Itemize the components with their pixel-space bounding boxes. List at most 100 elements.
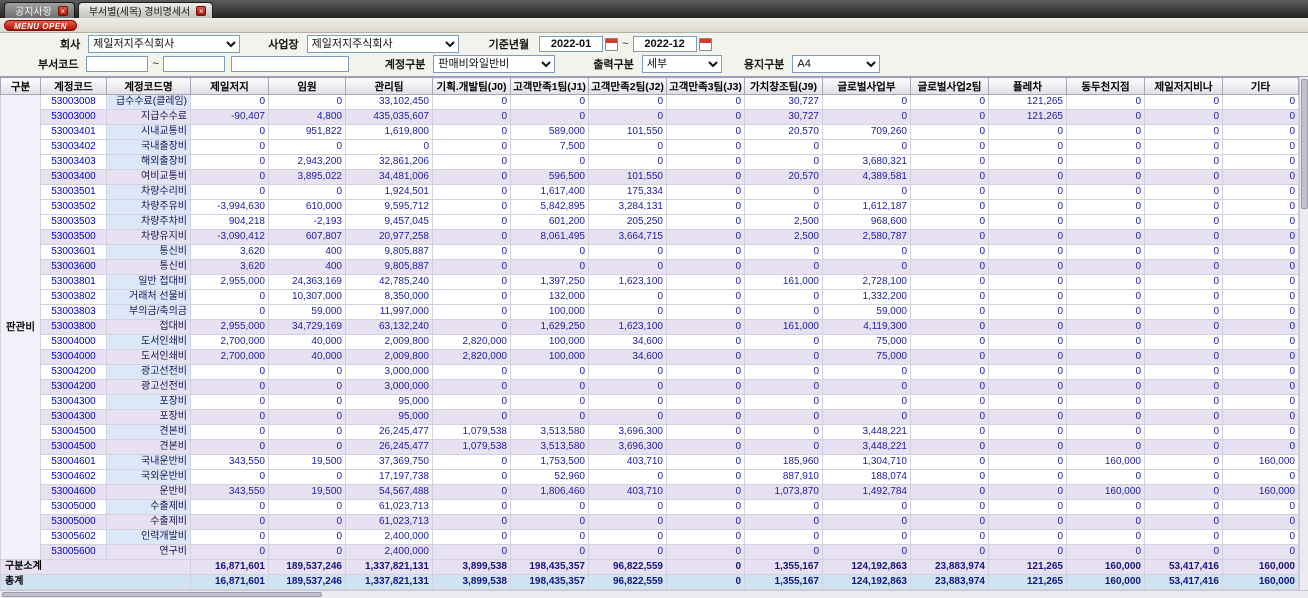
amount-cell: 0: [666, 349, 745, 365]
amount-cell: 0: [190, 469, 269, 485]
amount-cell: 968,600: [822, 214, 911, 230]
output-type-select[interactable]: 세부: [641, 55, 722, 73]
dept-code-from-input[interactable]: [86, 56, 149, 72]
table-row[interactable]: 53003801 일반 접대비 2,955,000 24,363,169 42,785,…: [0, 274, 1299, 290]
amount-cell: -2,193: [268, 214, 346, 230]
table-row[interactable]: 53004602 국외운반비 0 0 17,197,738 0 52,960 0 0 887,91…: [0, 469, 1299, 485]
amount-cell: 8,350,000: [345, 289, 433, 305]
table-row[interactable]: 53004600 운반비 343,550 19,500 54,567,488 0 1,806…: [0, 484, 1299, 500]
vertical-scrollbar-thumb[interactable]: [1301, 79, 1308, 209]
amount-cell: 188,074: [822, 469, 911, 485]
column-header[interactable]: 구분: [0, 77, 41, 95]
amount-cell: 0: [1144, 304, 1223, 320]
table-row[interactable]: 53003402 국내출장비 0 0 0 0 7,500 0 0 0 0 0 0 0 0 0: [0, 139, 1299, 155]
table-row[interactable]: 53004000 도서인쇄비 2,700,000 40,000 2,009,800 2,8…: [0, 349, 1299, 365]
table-row[interactable]: 53003600 통신비 3,620 400 9,805,887 0 0 0 0 0 0 0 0 0 0 0: [0, 259, 1299, 275]
calendar-icon[interactable]: [698, 37, 712, 51]
amount-cell: 0: [588, 244, 667, 260]
tab-close-icon[interactable]: ×: [57, 5, 68, 16]
account-group-select[interactable]: 판매비와일반비: [433, 55, 556, 73]
column-header[interactable]: 글로벌사업부: [822, 77, 911, 95]
table-row[interactable]: 53003503 차량주차비 904,218 -2,193 9,457,045 0 601,…: [0, 214, 1299, 230]
table-row[interactable]: 53003000 지급수수료 -90,407 4,800 435,035,607 0 0 0 0…: [0, 109, 1299, 125]
table-row[interactable]: 53003601 통신비 3,620 400 9,805,887 0 0 0 0 0 0 0 0 0 0 0: [0, 244, 1299, 260]
horizontal-scrollbar-thumb[interactable]: [2, 592, 322, 597]
dept-name-field[interactable]: [230, 56, 349, 72]
tab-expense-report[interactable]: 부서별(세목) 경비명세서 ×: [77, 2, 214, 18]
dept-code-to-input[interactable]: [162, 56, 225, 72]
amount-cell: 0: [1222, 229, 1299, 245]
table-row[interactable]: 53004000 도서인쇄비 2,700,000 40,000 2,009,800 2,8…: [0, 334, 1299, 350]
table-row[interactable]: 53003400 여비교통비 0 3,895,022 34,481,006 0 596,50…: [0, 169, 1299, 185]
amount-cell: 0: [988, 349, 1067, 365]
table-row[interactable]: 53005000 수출제비 0 0 61,023,713 0 0 0 0 0 0 0 0 0 0 0: [0, 499, 1299, 515]
tab-label: 부서별(세목) 경비명세서: [88, 7, 191, 18]
column-header[interactable]: 기타: [1222, 77, 1299, 95]
account-code-cell: 53003801: [40, 274, 107, 290]
table-row[interactable]: 53003500 차량유지비 -3,090,412 607,807 20,977,258…: [0, 229, 1299, 245]
amount-cell: 0: [910, 364, 989, 380]
amount-cell: 0: [666, 229, 745, 245]
column-header[interactable]: 제일저지: [190, 77, 269, 95]
table-row[interactable]: 53005000 수출제비 0 0 61,023,713 0 0 0 0 0 0 0 0 0 0 0: [0, 514, 1299, 530]
table-row[interactable]: 53005602 인력개발비 0 0 2,400,000 0 0 0 0 0 0 0 0 0 0 0: [0, 529, 1299, 545]
account-code-cell: 53003008: [40, 94, 107, 110]
table-row[interactable]: 53004200 광고선전비 0 0 3,000,000 0 0 0 0 0 0 0 0 0 0 0: [0, 364, 1299, 380]
footer-amount-cell: 23,883,974: [910, 559, 989, 575]
column-header[interactable]: 계정코드명: [106, 77, 191, 95]
amount-cell: 0: [1066, 499, 1145, 515]
amount-cell: 0: [910, 259, 989, 275]
table-row[interactable]: 53004601 국내운반비 343,550 19,500 37,369,750 0 1,7…: [0, 454, 1299, 470]
table-row[interactable]: 53005600 연구비 0 0 2,400,000 0 0 0 0 0 0 0 0 0 0 0: [0, 544, 1299, 560]
amount-cell: 0: [1144, 229, 1223, 245]
footer-amount-cell: 160,000: [1222, 574, 1299, 590]
table-row[interactable]: 53003401 시내교통비 0 951,822 1,619,800 0 589,000 10…: [0, 124, 1299, 140]
table-row[interactable]: 53003403 해외출장비 0 2,943,200 32,861,206 0 0 0 0 0 3,…: [0, 154, 1299, 170]
column-header[interactable]: 플레차: [988, 77, 1067, 95]
column-header[interactable]: 임원: [268, 77, 346, 95]
table-row[interactable]: 판관비 53003008 급수수료(클레임) 0 0 33,102,450 0 0 0 0 30,7…: [0, 94, 1299, 560]
amount-cell: 101,550: [588, 169, 667, 185]
workplace-label: 사업장: [268, 39, 299, 51]
table-row[interactable]: 53003800 접대비 2,955,000 34,729,169 63,132,240…: [0, 319, 1299, 335]
table-row[interactable]: 53004300 포장비 0 0 95,000 0 0 0 0 0 0 0 0 0 0 0: [0, 409, 1299, 425]
amount-cell: 0: [988, 244, 1067, 260]
amount-cell: 0: [910, 139, 989, 155]
amount-cell: 0: [666, 409, 745, 425]
table-row[interactable]: 53003802 거래처 선물비 0 10,307,000 8,350,000 0 132,…: [0, 289, 1299, 305]
period-from-input[interactable]: [539, 36, 604, 52]
amount-cell: 0: [666, 334, 745, 350]
amount-cell: 0: [744, 439, 823, 455]
amount-cell: 1,073,870: [744, 484, 823, 500]
table-row[interactable]: 53004500 견본비 0 0 26,245,477 1,079,538 3,513,58…: [0, 424, 1299, 440]
table-row[interactable]: 53004500 견본비 0 0 26,245,477 1,079,538 3,513,58…: [0, 439, 1299, 455]
calendar-icon[interactable]: [605, 37, 619, 51]
amount-cell: 0: [744, 154, 823, 170]
period-to-input[interactable]: [632, 36, 697, 52]
menu-open-button[interactable]: MENU OPEN: [4, 19, 77, 31]
amount-cell: 1,332,200: [822, 289, 911, 305]
paper-type-select[interactable]: A4: [792, 55, 881, 73]
vertical-scrollbar[interactable]: [1299, 77, 1308, 590]
column-header[interactable]: 고객만족1팀(J1): [510, 77, 589, 95]
table-row[interactable]: 53003502 차량주유비 -3,994,630 610,000 9,595,712 0…: [0, 199, 1299, 215]
column-header[interactable]: 동두천지점: [1066, 77, 1145, 95]
table-row[interactable]: 53003803 부의금/축의금 0 59,000 11,997,000 0 100,000…: [0, 304, 1299, 320]
horizontal-scrollbar[interactable]: [0, 590, 1308, 598]
account-code-cell: 53004000: [40, 349, 107, 365]
column-header[interactable]: 가치창조팀(J9): [744, 77, 823, 95]
column-header[interactable]: 계정코드: [40, 77, 107, 95]
tab-close-icon[interactable]: ×: [196, 5, 207, 16]
company-select[interactable]: 제일저지주식회사: [88, 35, 241, 53]
column-header[interactable]: 기획.개발팀(J0): [432, 77, 511, 95]
table-row[interactable]: 53004200 광고선전비 0 0 3,000,000 0 0 0 0 0 0 0 0 0 0 0: [0, 379, 1299, 395]
table-row[interactable]: 53003501 차량수리비 0 0 1,924,501 0 1,617,400 175,33…: [0, 184, 1299, 200]
table-row[interactable]: 53004300 포장비 0 0 95,000 0 0 0 0 0 0 0 0 0 0 0: [0, 394, 1299, 410]
column-header[interactable]: 고객만족3팀(J3): [666, 77, 745, 95]
tab-notice[interactable]: 공지사항 ×: [4, 2, 75, 18]
column-header[interactable]: 고객만족2팀(J2): [588, 77, 667, 95]
workplace-select[interactable]: 제일저지주식회사: [306, 35, 459, 53]
column-header[interactable]: 제일저지비나: [1144, 77, 1223, 95]
column-header[interactable]: 관리팀: [345, 77, 433, 95]
column-header[interactable]: 글로벌사업2팀: [910, 77, 989, 95]
